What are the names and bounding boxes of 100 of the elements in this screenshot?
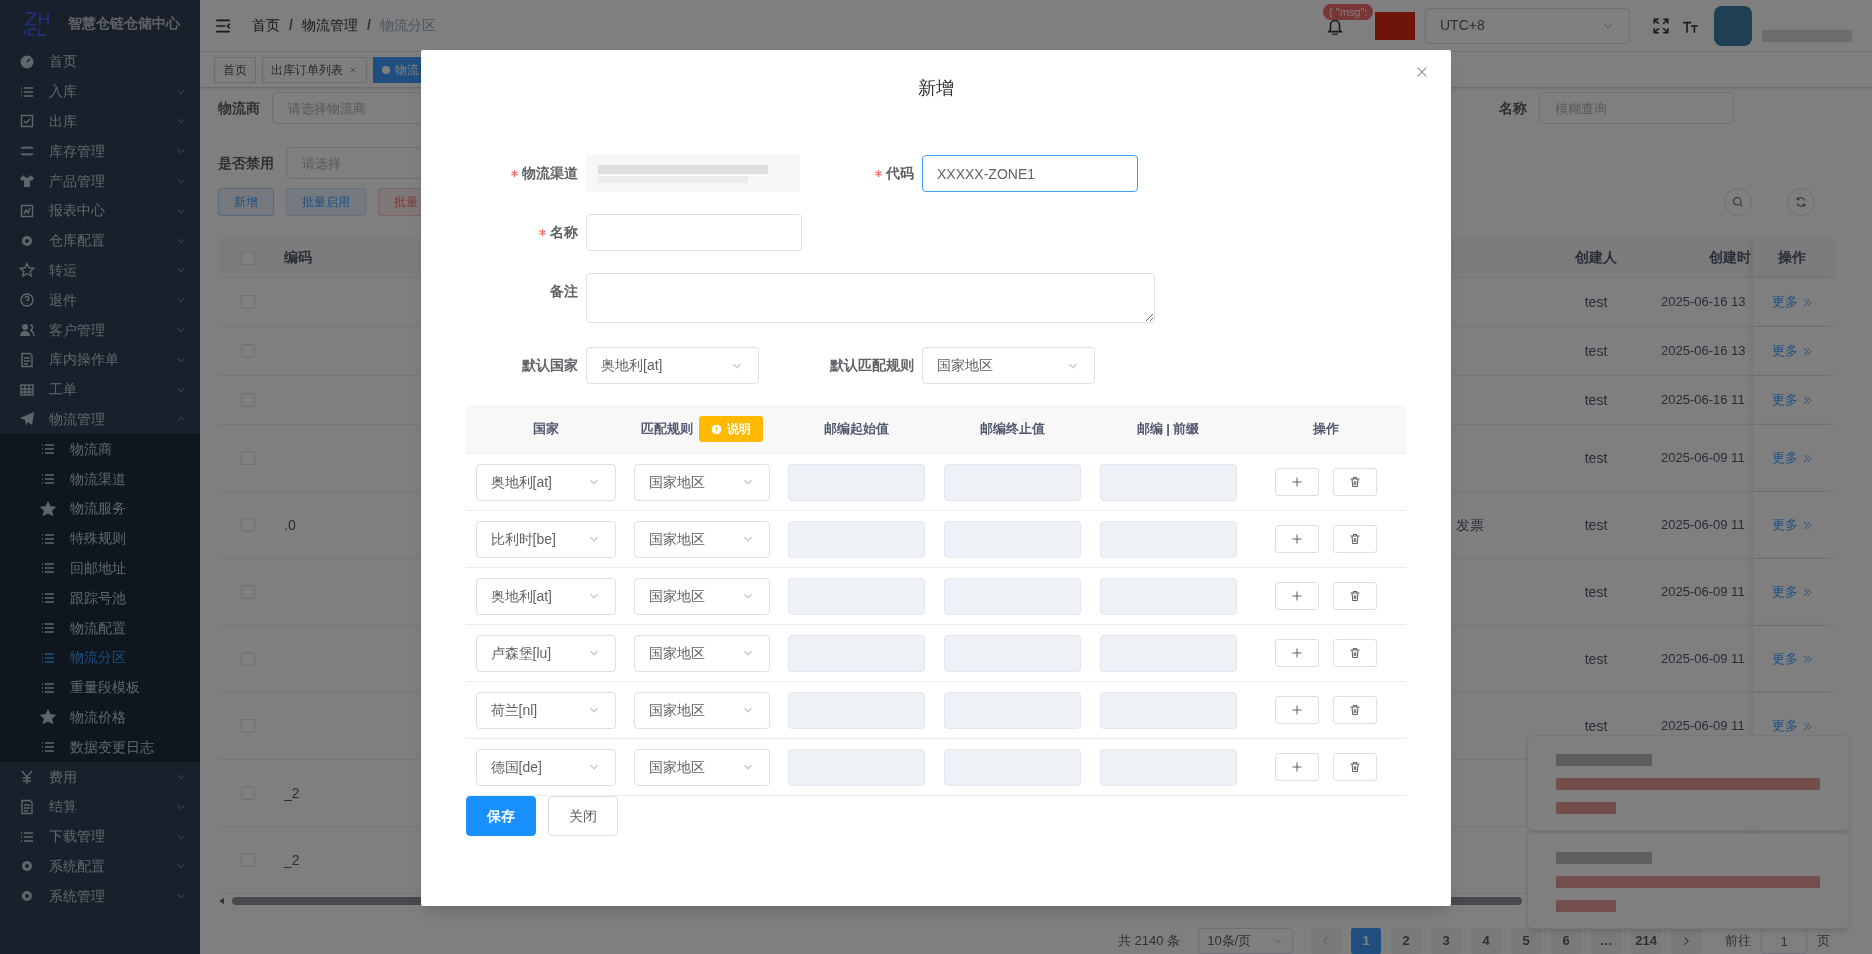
page-button[interactable]: 1 [1351, 928, 1382, 954]
sidebar-subitem[interactable]: 跟踪号池 [0, 583, 200, 614]
textarea-field[interactable] [586, 273, 1155, 323]
add-button[interactable] [1275, 525, 1319, 553]
tab[interactable]: 首页 [214, 56, 256, 83]
next-page-button[interactable] [1671, 928, 1702, 954]
sidebar-subitem[interactable]: 特殊规则 [0, 523, 200, 554]
sidebar-item[interactable]: 出库 [0, 106, 200, 137]
page-size-select[interactable]: 10条/页 [1198, 928, 1294, 954]
delete-button[interactable] [1333, 525, 1377, 553]
report-icon [19, 202, 35, 219]
page-button[interactable]: 3 [1431, 928, 1462, 954]
sidebar-subitem[interactable]: 数据变更日志 [0, 732, 200, 763]
sidebar-item[interactable]: 结算 [0, 791, 200, 822]
delete-button[interactable] [1333, 582, 1377, 610]
page-unit-label: 页 [1817, 932, 1831, 951]
select-field[interactable]: 国家地区 [633, 520, 770, 558]
close-icon [348, 64, 358, 75]
double-chevron-icon [1801, 519, 1813, 531]
sidebar-item[interactable]: 报表中心 [0, 196, 200, 226]
select-field[interactable]: 国家地区 [633, 577, 770, 615]
toolbar-button[interactable]: 批量启用 [286, 188, 366, 216]
sidebar-subitem[interactable]: 回邮地址 [0, 553, 200, 584]
select-field[interactable]: 国家地区 [633, 691, 770, 729]
previous-page-button[interactable] [1311, 928, 1342, 954]
add-button[interactable] [1275, 468, 1319, 496]
sidebar-item[interactable]: 入库 [0, 76, 200, 107]
sidebar-item[interactable]: 系统管理 [0, 881, 200, 912]
sidebar-subitem[interactable]: 物流渠道 [0, 464, 200, 494]
add-button[interactable] [1275, 753, 1319, 781]
delete-button[interactable] [1333, 753, 1377, 781]
sidebar-subitem[interactable]: 物流服务 [0, 493, 200, 524]
timezone-select[interactable]: UTC+8 [1425, 7, 1630, 44]
select-field[interactable]: 卢森堡[lu] [475, 634, 616, 672]
column-header: 编码 [284, 248, 312, 267]
sidebar-item[interactable]: 仓库配置 [0, 225, 200, 256]
page-button[interactable]: 6 [1551, 928, 1582, 954]
select-field[interactable]: 比利时[be] [475, 520, 616, 558]
close-icon [1415, 65, 1429, 79]
more-link[interactable]: 更多 [1771, 649, 1813, 669]
sidebar-item[interactable]: 工单 [0, 374, 200, 405]
more-link[interactable]: 更多 [1771, 341, 1813, 361]
select-field[interactable]: 德国[de] [475, 748, 616, 786]
page-button[interactable]: 4 [1471, 928, 1502, 954]
more-link[interactable]: 更多 [1771, 515, 1813, 535]
delete-button[interactable] [1333, 696, 1377, 724]
select-field[interactable]: 奥地利[at] [475, 463, 616, 501]
document-icon [19, 798, 35, 815]
more-link[interactable]: 更多 [1771, 448, 1813, 468]
table-cell-text: test [1584, 582, 1608, 602]
select-field[interactable]: 奥地利[at] [475, 577, 616, 615]
text-input[interactable] [586, 214, 802, 251]
sidebar-subitem[interactable]: 物流配置 [0, 613, 200, 643]
sidebar-item[interactable]: 库存管理 [0, 136, 200, 167]
tab[interactable]: 出库订单列表 [262, 56, 367, 83]
select-field[interactable]: 奥地利[at] [586, 347, 759, 384]
dialog-button[interactable]: 保存 [466, 796, 536, 836]
delete-button[interactable] [1333, 468, 1377, 496]
sidebar-item[interactable]: 物流管理 [0, 404, 200, 435]
sidebar-item[interactable]: 库内操作单 [0, 344, 200, 375]
sidebar-item[interactable]: 客户管理 [0, 315, 200, 345]
select-field[interactable] [586, 155, 800, 192]
select-field[interactable]: 国家地区 [633, 748, 770, 786]
add-button[interactable] [1275, 582, 1319, 610]
breadcrumb-item[interactable]: 首页 [252, 15, 280, 36]
more-link[interactable]: 更多 [1771, 390, 1813, 410]
page-button[interactable]: 2 [1391, 928, 1422, 954]
more-link[interactable]: 更多 [1771, 716, 1813, 736]
sidebar-item[interactable]: 下载管理 [0, 821, 200, 852]
breadcrumb-item[interactable]: 物流管理 [301, 15, 358, 36]
page-button[interactable]: 5 [1511, 928, 1542, 954]
sidebar-subitem[interactable]: 物流分区 [0, 642, 200, 673]
more-link[interactable]: 更多 [1771, 582, 1813, 602]
more-link[interactable]: 更多 [1771, 292, 1813, 312]
toolbar-button[interactable]: 新增 [218, 188, 274, 216]
select-field[interactable]: 荷兰[nl] [475, 691, 616, 729]
avatar[interactable] [1714, 5, 1752, 46]
sidebar-item[interactable]: 产品管理 [0, 166, 200, 196]
app-title: 智慧仓链仓储中心 [68, 14, 180, 33]
select-field[interactable]: 国家地区 [633, 463, 770, 501]
sidebar-subitem[interactable]: 物流商 [0, 434, 200, 465]
page-button[interactable]: 214 [1631, 928, 1662, 954]
delete-button[interactable] [1333, 639, 1377, 667]
page-button[interactable]: … [1591, 928, 1622, 954]
sidebar-item[interactable]: 系统配置 [0, 851, 200, 882]
select-field[interactable]: 国家地区 [922, 347, 1095, 384]
info-button[interactable]: 说明 [698, 416, 763, 442]
sidebar-subitem[interactable]: 重量段模板 [0, 672, 200, 703]
column-header: 匹配规则 [640, 420, 693, 439]
dialog-button[interactable]: 关闭 [548, 796, 618, 836]
sidebar-item[interactable]: 费用 [0, 762, 200, 792]
add-button[interactable] [1275, 639, 1319, 667]
sidebar-item[interactable]: 转运 [0, 255, 200, 286]
select-field[interactable]: 国家地区 [633, 634, 770, 672]
add-button[interactable] [1275, 696, 1319, 724]
sidebar-item[interactable]: 退件 [0, 285, 200, 316]
sidebar-subitem[interactable]: 物流价格 [0, 702, 200, 733]
refresh-icon [1795, 196, 1807, 208]
sidebar-item[interactable]: 首页 [0, 47, 200, 77]
text-input[interactable]: XXXXX-ZONE1 [922, 155, 1138, 192]
